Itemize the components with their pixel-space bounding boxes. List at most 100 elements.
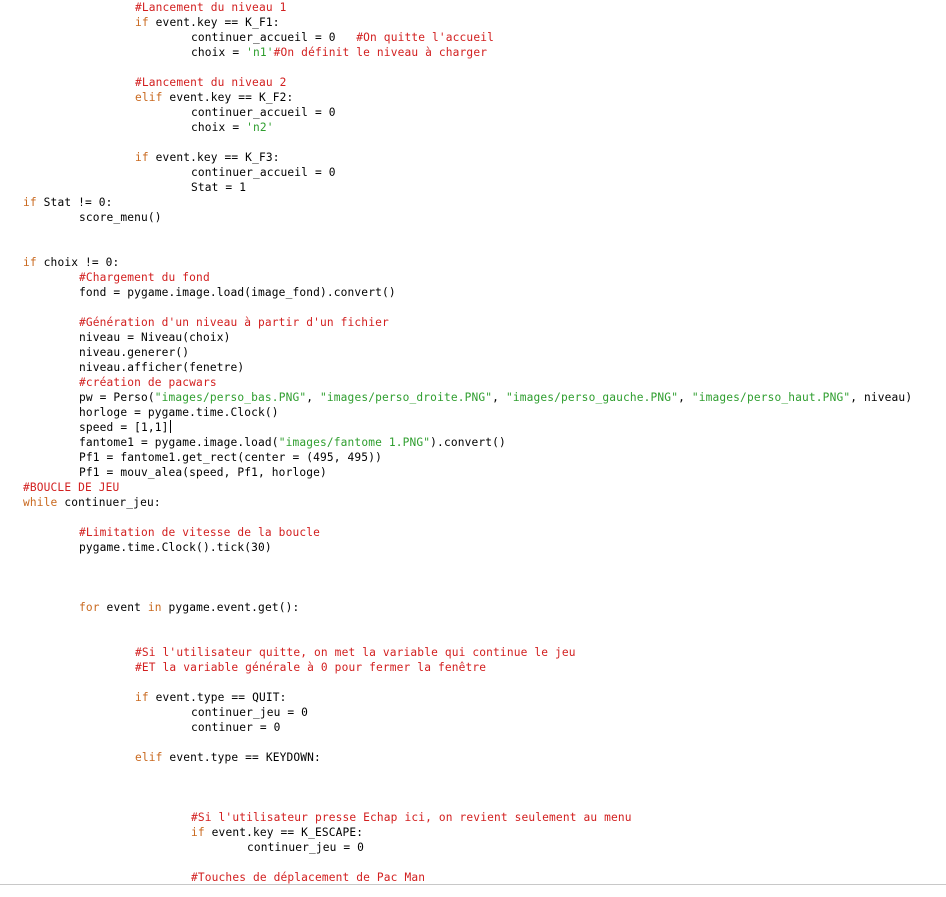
- code-line[interactable]: #ET la variable générale à 0 pour fermer…: [23, 660, 912, 675]
- code-editor[interactable]: #Lancement du niveau 1 if event.key == K_…: [0, 0, 946, 884]
- code-text: event.key == K_F1:: [148, 16, 280, 29]
- code-line[interactable]: #Lancement du niveau 1: [23, 0, 912, 15]
- code-line[interactable]: #Limitation de vitesse de la boucle: [23, 525, 912, 540]
- code-line[interactable]: [23, 300, 912, 315]
- code-text: pw = Perso(: [79, 391, 155, 404]
- code-line[interactable]: #Touches de déplacement de Pac Man: [23, 870, 912, 884]
- code-line[interactable]: [23, 510, 912, 525]
- code-line[interactable]: [23, 570, 912, 585]
- code-string: "images/perso_gauche.PNG": [505, 391, 679, 404]
- code-line[interactable]: elif event.type == KEYDOWN:: [23, 750, 912, 765]
- code-string: 'n1': [246, 46, 274, 59]
- code-keyword: if: [191, 826, 205, 839]
- code-line[interactable]: [23, 630, 912, 645]
- code-line[interactable]: Pf1 = mouv_alea(speed, Pf1, horloge): [23, 465, 912, 480]
- code-line[interactable]: niveau.generer(): [23, 345, 912, 360]
- code-line[interactable]: fantome1 = pygame.image.load("images/fan…: [23, 435, 912, 450]
- code-line[interactable]: niveau = Niveau(choix): [23, 330, 912, 345]
- code-line[interactable]: continuer = 0: [23, 720, 912, 735]
- code-line[interactable]: #création de pacwars: [23, 375, 912, 390]
- code-keyword: if: [23, 196, 37, 209]
- code-line[interactable]: [23, 240, 912, 255]
- code-keyword: for: [79, 601, 100, 614]
- code-text: choix =: [191, 46, 247, 59]
- code-line[interactable]: [23, 735, 912, 750]
- code-line[interactable]: [23, 135, 912, 150]
- text-cursor: [169, 420, 171, 433]
- code-line[interactable]: choix = 'n1'#On définit le niveau à char…: [23, 45, 912, 60]
- code-text: pygame.event.get():: [161, 601, 300, 614]
- code-keyword: if: [23, 256, 37, 269]
- code-text: ).convert(): [430, 436, 506, 449]
- code-line[interactable]: [23, 855, 912, 870]
- code-line[interactable]: [23, 795, 912, 810]
- code-text: niveau = Niveau(choix): [79, 331, 231, 344]
- code-text: fantome1 = pygame.image.load(: [79, 436, 279, 449]
- code-line[interactable]: speed = [1,1]: [23, 420, 912, 435]
- code-text: speed = [1,1]: [79, 421, 169, 434]
- code-line[interactable]: #Si l'utilisateur quitte, on met la vari…: [23, 645, 912, 660]
- code-text: event.type == QUIT:: [148, 691, 287, 704]
- code-text-area[interactable]: #Lancement du niveau 1 if event.key == K_…: [23, 0, 912, 884]
- code-text: event.type == KEYDOWN:: [162, 751, 321, 764]
- code-line[interactable]: if Stat != 0:: [23, 195, 912, 210]
- code-line[interactable]: [23, 225, 912, 240]
- code-line[interactable]: #Si l'utilisateur presse Echap ici, on r…: [23, 810, 912, 825]
- code-line[interactable]: score_menu(): [23, 210, 912, 225]
- code-line[interactable]: continuer_accueil = 0: [23, 105, 912, 120]
- code-line[interactable]: pw = Perso("images/perso_bas.PNG", "imag…: [23, 390, 912, 405]
- code-text: , niveau): [850, 391, 913, 404]
- code-line[interactable]: #Chargement du fond: [23, 270, 912, 285]
- code-line[interactable]: if event.type == QUIT:: [23, 690, 912, 705]
- code-text: choix != 0:: [36, 256, 120, 269]
- code-line[interactable]: continuer_accueil = 0 #On quitte l'accue…: [23, 30, 912, 45]
- code-line[interactable]: #Lancement du niveau 2: [23, 75, 912, 90]
- code-line[interactable]: horloge = pygame.time.Clock(): [23, 405, 912, 420]
- code-line[interactable]: #Génération d'un niveau à partir d'un fi…: [23, 315, 912, 330]
- code-line[interactable]: [23, 675, 912, 690]
- code-line[interactable]: for event in pygame.event.get():: [23, 600, 912, 615]
- code-line[interactable]: if event.key == K_F1:: [23, 15, 912, 30]
- code-line[interactable]: [23, 585, 912, 600]
- code-comment: #Chargement du fond: [79, 271, 210, 284]
- code-text: continuer_jeu = 0: [247, 841, 365, 854]
- code-line[interactable]: Stat = 1: [23, 180, 912, 195]
- code-line[interactable]: [23, 780, 912, 795]
- code-line[interactable]: continuer_jeu = 0: [23, 705, 912, 720]
- code-line[interactable]: fond = pygame.image.load(image_fond).con…: [23, 285, 912, 300]
- editor-bottom-strip: [0, 885, 946, 897]
- code-line[interactable]: continuer_accueil = 0: [23, 165, 912, 180]
- code-text: event.key == K_F2:: [162, 91, 294, 104]
- code-line[interactable]: [23, 555, 912, 570]
- code-line[interactable]: Pf1 = fantome1.get_rect(center = (495, 4…: [23, 450, 912, 465]
- code-line[interactable]: #BOUCLE DE JEU: [23, 480, 912, 495]
- code-comment: #Génération d'un niveau à partir d'un fi…: [79, 316, 389, 329]
- code-line[interactable]: if event.key == K_F3:: [23, 150, 912, 165]
- code-line[interactable]: if choix != 0:: [23, 255, 912, 270]
- code-string: 'n2': [246, 121, 274, 134]
- code-comment: #création de pacwars: [79, 376, 217, 389]
- code-keyword: in: [147, 601, 162, 614]
- code-line[interactable]: pygame.time.Clock().tick(30): [23, 540, 912, 555]
- code-text: niveau.generer(): [79, 346, 190, 359]
- code-text: Pf1 = fantome1.get_rect(center = (495, 4…: [79, 451, 382, 464]
- code-keyword: if: [135, 691, 149, 704]
- code-keyword: if: [135, 151, 149, 164]
- code-line[interactable]: while continuer_jeu:: [23, 495, 912, 510]
- code-text: Stat = 1: [191, 181, 247, 194]
- code-text: Pf1 = mouv_alea(speed, Pf1, horloge): [79, 466, 327, 479]
- code-line[interactable]: elif event.key == K_F2:: [23, 90, 912, 105]
- code-comment: #On définit le niveau à charger: [273, 46, 488, 59]
- code-text: continuer_accueil = 0: [191, 31, 357, 44]
- code-line[interactable]: continuer_jeu = 0: [23, 840, 912, 855]
- code-string: "images/perso_bas.PNG": [154, 391, 307, 404]
- code-line[interactable]: [23, 615, 912, 630]
- code-line[interactable]: [23, 60, 912, 75]
- code-line[interactable]: [23, 765, 912, 780]
- code-comment: #On quitte l'accueil: [356, 31, 494, 44]
- code-line[interactable]: choix = 'n2': [23, 120, 912, 135]
- code-text: continuer_jeu = 0: [191, 706, 309, 719]
- code-line[interactable]: if event.key == K_ESCAPE:: [23, 825, 912, 840]
- code-line[interactable]: niveau.afficher(fenetre): [23, 360, 912, 375]
- code-comment: #ET la variable générale à 0 pour fermer…: [135, 661, 487, 674]
